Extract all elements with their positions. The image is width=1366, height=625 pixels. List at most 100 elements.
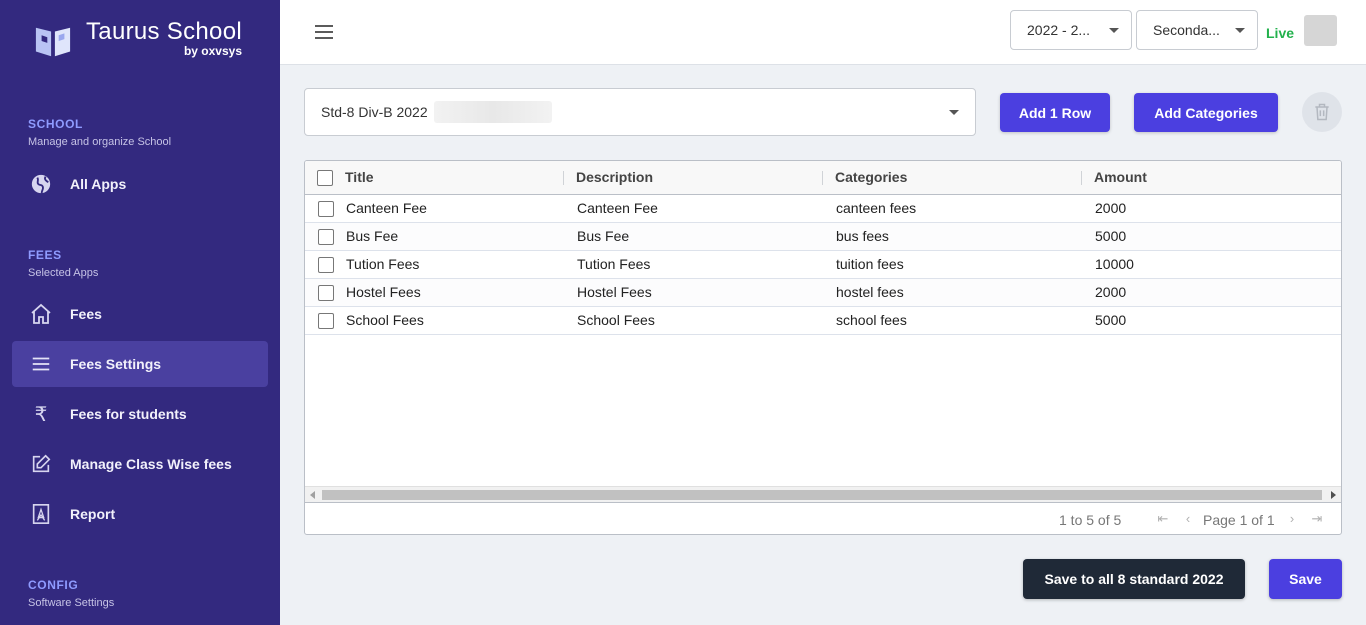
school-section-select[interactable]: Seconda...	[1136, 10, 1258, 50]
section-title: FEES	[28, 248, 62, 262]
chevron-down-icon	[949, 110, 959, 115]
class-select-value: Std-8 Div-B 2022	[321, 104, 428, 120]
academic-year-select[interactable]: 2022 - 2...	[1010, 10, 1132, 50]
delete-button[interactable]	[1302, 92, 1342, 132]
cell-amount[interactable]: 2000	[1095, 279, 1126, 306]
row-checkbox[interactable]	[318, 201, 334, 217]
scrollbar-thumb[interactable]	[322, 490, 1322, 500]
cell-categories[interactable]: canteen fees	[836, 195, 916, 222]
next-page-icon[interactable]: ›	[1285, 511, 1299, 527]
column-separator[interactable]	[563, 171, 564, 185]
section-school: SCHOOL Manage and organize School	[28, 117, 171, 148]
sidebar-item-fees-settings[interactable]: Fees Settings	[12, 341, 268, 387]
cell-title[interactable]: Canteen Fee	[346, 195, 427, 222]
sidebar-item-all-apps[interactable]: All Apps	[12, 161, 268, 207]
sidebar-item-fees[interactable]: Fees	[12, 291, 268, 337]
redacted-text	[433, 101, 552, 123]
sidebar-item-label: Fees	[70, 306, 102, 322]
sidebar-item-label: Fees for students	[70, 406, 187, 422]
topbar: 2022 - 2... Seconda... Live	[280, 0, 1366, 65]
cell-categories[interactable]: bus fees	[836, 223, 889, 250]
save-button[interactable]: Save	[1269, 559, 1342, 599]
brand[interactable]: Taurus School by oxvsys	[34, 18, 242, 60]
table-row[interactable]: Hostel Fees Hostel Fees hostel fees 2000	[305, 279, 1341, 307]
sidebar-item-fees-for-students[interactable]: ₹ Fees for students	[12, 391, 268, 437]
row-checkbox[interactable]	[318, 257, 334, 273]
cell-categories[interactable]: hostel fees	[836, 279, 904, 306]
table-row[interactable]: School Fees School Fees school fees 5000	[305, 307, 1341, 335]
scroll-left-icon[interactable]	[310, 491, 315, 499]
avatar[interactable]	[1304, 15, 1337, 46]
table-row[interactable]: Bus Fee Bus Fee bus fees 5000	[305, 223, 1341, 251]
school-section-value: Seconda...	[1153, 22, 1220, 38]
cell-description[interactable]: Canteen Fee	[577, 195, 658, 222]
cell-amount[interactable]: 2000	[1095, 195, 1126, 222]
sidebar-item-label: Report	[70, 506, 116, 522]
brand-byline: by oxvsys	[183, 44, 242, 58]
column-header-title[interactable]: Title	[345, 161, 374, 194]
chevron-down-icon	[1109, 28, 1119, 33]
table-row[interactable]: Tution Fees Tution Fees tuition fees 100…	[305, 251, 1341, 279]
brand-name: Taurus School	[86, 18, 242, 45]
row-checkbox[interactable]	[318, 313, 334, 329]
sidebar-item-label: All Apps	[70, 176, 127, 192]
cell-title[interactable]: School Fees	[346, 307, 424, 334]
cell-amount[interactable]: 5000	[1095, 307, 1126, 334]
add-row-button[interactable]: Add 1 Row	[1000, 93, 1110, 132]
add-categories-button[interactable]: Add Categories	[1134, 93, 1278, 132]
grid-header: Title Description Categories Amount	[305, 161, 1341, 195]
trash-icon	[1315, 103, 1329, 121]
academic-year-value: 2022 - 2...	[1027, 22, 1091, 38]
last-page-icon[interactable]: ⇥	[1310, 511, 1324, 527]
cell-title[interactable]: Hostel Fees	[346, 279, 421, 306]
cell-title[interactable]: Tution Fees	[346, 251, 419, 278]
section-subtitle: Manage and organize School	[28, 136, 172, 148]
section-title: CONFIG	[28, 578, 79, 592]
pdf-icon	[29, 502, 53, 526]
chevron-down-icon	[1235, 28, 1245, 33]
section-title: SCHOOL	[28, 117, 83, 131]
sidebar: Taurus School by oxvsys SCHOOL Manage an…	[0, 0, 280, 625]
cell-description[interactable]: Bus Fee	[577, 223, 629, 250]
scroll-right-icon[interactable]	[1331, 491, 1336, 499]
cell-description[interactable]: Hostel Fees	[577, 279, 652, 306]
column-separator[interactable]	[1081, 171, 1082, 185]
section-fees: FEES Selected Apps	[28, 248, 98, 279]
cell-categories[interactable]: school fees	[836, 307, 907, 334]
horizontal-scrollbar[interactable]	[305, 486, 1341, 502]
cell-amount[interactable]: 10000	[1095, 251, 1134, 278]
home-icon	[29, 302, 53, 326]
row-checkbox[interactable]	[318, 285, 334, 301]
cell-description[interactable]: Tution Fees	[577, 251, 650, 278]
rupee-icon: ₹	[34, 402, 48, 426]
sidebar-item-report[interactable]: Report	[12, 491, 268, 537]
sidebar-item-label: Manage Class Wise fees	[70, 456, 232, 472]
save-to-all-button[interactable]: Save to all 8 standard 2022	[1023, 559, 1245, 599]
section-subtitle: Selected Apps	[28, 267, 99, 279]
fees-grid: Title Description Categories Amount Cant…	[304, 160, 1342, 535]
class-select[interactable]: Std-8 Div-B 2022	[304, 88, 976, 136]
page-indicator: Page 1 of 1	[1203, 512, 1275, 528]
app-root: Taurus School by oxvsys SCHOOL Manage an…	[0, 0, 1366, 625]
cell-description[interactable]: School Fees	[577, 307, 655, 334]
cell-amount[interactable]: 5000	[1095, 223, 1126, 250]
menu-icon	[29, 352, 53, 376]
sidebar-item-label: Fees Settings	[70, 356, 162, 372]
cell-title[interactable]: Bus Fee	[346, 223, 398, 250]
cell-categories[interactable]: tuition fees	[836, 251, 904, 278]
section-subtitle: Software Settings	[28, 597, 115, 609]
table-row[interactable]: Canteen Fee Canteen Fee canteen fees 200…	[305, 195, 1341, 223]
column-separator[interactable]	[822, 171, 823, 185]
section-config: CONFIG Software Settings	[28, 578, 114, 609]
row-checkbox[interactable]	[318, 229, 334, 245]
sidebar-item-manage-class-wise-fees[interactable]: Manage Class Wise fees	[12, 441, 268, 487]
hamburger-menu-icon[interactable]	[314, 22, 334, 42]
first-page-icon[interactable]: ⇤	[1156, 511, 1170, 527]
column-header-categories[interactable]: Categories	[835, 161, 907, 194]
column-header-description[interactable]: Description	[576, 161, 653, 194]
column-header-amount[interactable]: Amount	[1094, 161, 1147, 194]
previous-page-icon[interactable]: ‹	[1181, 511, 1195, 527]
row-summary: 1 to 5 of 5	[1059, 512, 1122, 528]
pagination-bar: 1 to 5 of 5 ⇤ ‹ Page 1 of 1 › ⇥	[305, 502, 1341, 534]
select-all-checkbox[interactable]	[317, 170, 333, 186]
